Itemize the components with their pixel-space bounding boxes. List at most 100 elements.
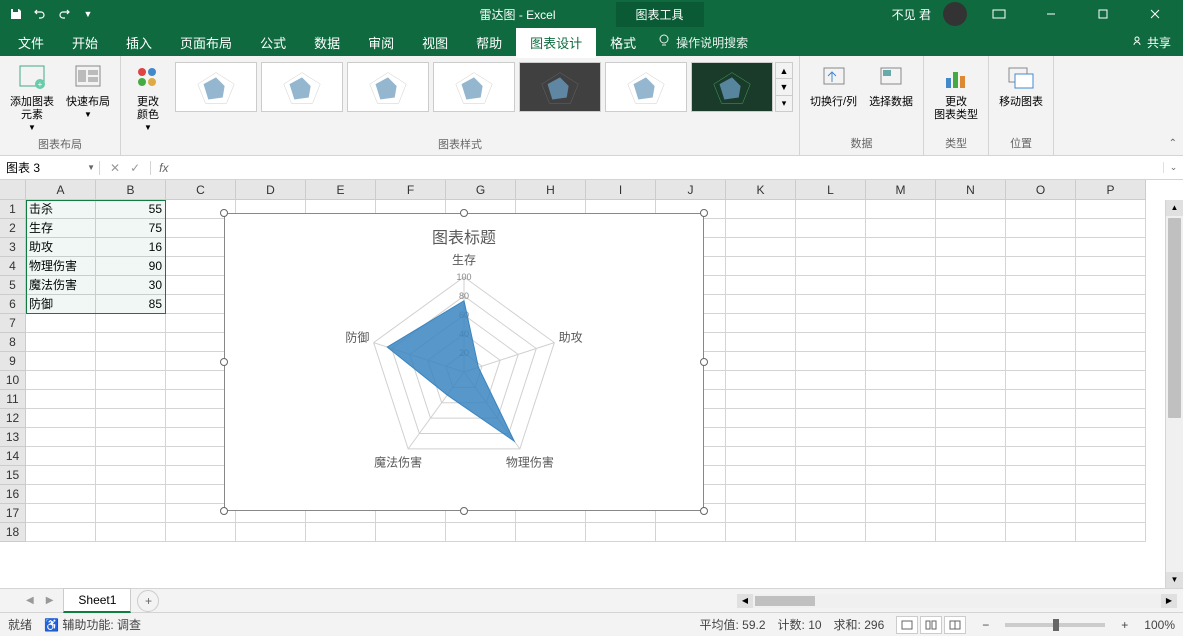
cell[interactable] <box>1006 485 1076 504</box>
redo-icon[interactable] <box>56 6 72 22</box>
cell[interactable] <box>1006 314 1076 333</box>
cell[interactable] <box>726 523 796 542</box>
tab-formulas[interactable]: 公式 <box>246 27 300 58</box>
cell[interactable] <box>936 504 1006 523</box>
qat-customize-icon[interactable]: ▼ <box>80 6 96 22</box>
cell[interactable] <box>866 447 936 466</box>
cell[interactable] <box>726 219 796 238</box>
cell[interactable] <box>656 523 726 542</box>
cell[interactable] <box>376 523 446 542</box>
ribbon-options-icon[interactable] <box>979 0 1019 28</box>
horizontal-scrollbar[interactable]: ◀ ▶ <box>737 594 1177 608</box>
cell[interactable] <box>866 238 936 257</box>
cell[interactable] <box>866 295 936 314</box>
quick-layout-button[interactable]: 快速布局 ▼ <box>62 60 114 121</box>
cell[interactable] <box>1076 371 1146 390</box>
cell[interactable] <box>96 485 166 504</box>
cell[interactable] <box>1076 314 1146 333</box>
fx-label[interactable]: fx <box>151 161 176 175</box>
tab-help[interactable]: 帮助 <box>462 27 516 58</box>
cell[interactable] <box>1006 295 1076 314</box>
cell[interactable] <box>1076 504 1146 523</box>
cell[interactable]: 85 <box>96 295 166 314</box>
gallery-more-icon[interactable]: ▾ <box>776 96 792 111</box>
cell[interactable] <box>866 333 936 352</box>
cell[interactable] <box>26 428 96 447</box>
column-header[interactable]: F <box>376 180 446 200</box>
resize-handle-b[interactable] <box>460 507 468 515</box>
resize-handle-bl[interactable] <box>220 507 228 515</box>
column-header[interactable]: J <box>656 180 726 200</box>
name-box-input[interactable] <box>6 161 93 175</box>
cell[interactable] <box>726 390 796 409</box>
enter-formula-icon[interactable]: ✓ <box>130 161 140 175</box>
cell[interactable] <box>796 485 866 504</box>
user-name[interactable]: 不见 君 <box>892 6 931 23</box>
select-all-corner[interactable] <box>0 180 26 200</box>
cell[interactable] <box>726 276 796 295</box>
cell[interactable] <box>1076 276 1146 295</box>
page-break-view-icon[interactable] <box>944 616 966 634</box>
cell[interactable] <box>866 523 936 542</box>
chart-title[interactable]: 图表标题 <box>225 214 703 252</box>
column-header[interactable]: K <box>726 180 796 200</box>
resize-handle-br[interactable] <box>700 507 708 515</box>
cell[interactable] <box>866 428 936 447</box>
cell[interactable] <box>726 314 796 333</box>
tab-view[interactable]: 视图 <box>408 27 462 58</box>
column-header[interactable]: H <box>516 180 586 200</box>
cell[interactable]: 防御 <box>26 295 96 314</box>
column-header[interactable]: O <box>1006 180 1076 200</box>
cell[interactable] <box>26 485 96 504</box>
cell[interactable] <box>586 523 656 542</box>
cell[interactable] <box>936 295 1006 314</box>
cell[interactable] <box>796 428 866 447</box>
resize-handle-tr[interactable] <box>700 209 708 217</box>
row-header[interactable]: 1 <box>0 200 26 219</box>
tab-review[interactable]: 审阅 <box>354 27 408 58</box>
zoom-in-button[interactable]: + <box>1117 618 1132 632</box>
cell[interactable] <box>1076 409 1146 428</box>
zoom-out-button[interactable]: − <box>978 618 993 632</box>
maximize-icon[interactable] <box>1083 0 1123 28</box>
row-header[interactable]: 16 <box>0 485 26 504</box>
cell[interactable] <box>96 371 166 390</box>
switch-row-col-button[interactable]: 切换行/列 <box>806 60 861 111</box>
page-layout-view-icon[interactable] <box>920 616 942 634</box>
column-header[interactable]: P <box>1076 180 1146 200</box>
cell[interactable] <box>796 333 866 352</box>
resize-handle-l[interactable] <box>220 358 228 366</box>
chart-style-7[interactable] <box>691 62 773 112</box>
cell[interactable] <box>726 485 796 504</box>
cell[interactable] <box>96 333 166 352</box>
row-header[interactable]: 4 <box>0 257 26 276</box>
chart-object[interactable]: 图表标题 生存助攻物理伤害魔法伤害防御20406080100 <box>224 213 704 511</box>
cell[interactable] <box>866 390 936 409</box>
tell-me-search[interactable]: 操作说明搜索 <box>658 34 748 51</box>
cell[interactable] <box>866 371 936 390</box>
cell[interactable] <box>306 523 376 542</box>
row-header[interactable]: 10 <box>0 371 26 390</box>
cell[interactable]: 生存 <box>26 219 96 238</box>
row-header[interactable]: 9 <box>0 352 26 371</box>
status-accessibility[interactable]: ♿ 辅助功能: 调查 <box>44 616 141 633</box>
cell[interactable] <box>796 219 866 238</box>
cell[interactable] <box>796 390 866 409</box>
tab-file[interactable]: 文件 <box>4 27 58 58</box>
row-header[interactable]: 18 <box>0 523 26 542</box>
cell[interactable] <box>796 504 866 523</box>
cell[interactable] <box>936 219 1006 238</box>
cell[interactable] <box>726 295 796 314</box>
zoom-percent[interactable]: 100% <box>1144 618 1175 632</box>
cell[interactable]: 55 <box>96 200 166 219</box>
cell[interactable] <box>1076 333 1146 352</box>
zoom-slider[interactable] <box>1005 623 1105 627</box>
cell[interactable]: 魔法伤害 <box>26 276 96 295</box>
cell[interactable] <box>726 409 796 428</box>
row-header[interactable]: 11 <box>0 390 26 409</box>
tab-format[interactable]: 格式 <box>596 27 650 58</box>
undo-icon[interactable] <box>32 6 48 22</box>
cell[interactable] <box>1006 409 1076 428</box>
column-header[interactable]: I <box>586 180 656 200</box>
cell[interactable] <box>26 314 96 333</box>
